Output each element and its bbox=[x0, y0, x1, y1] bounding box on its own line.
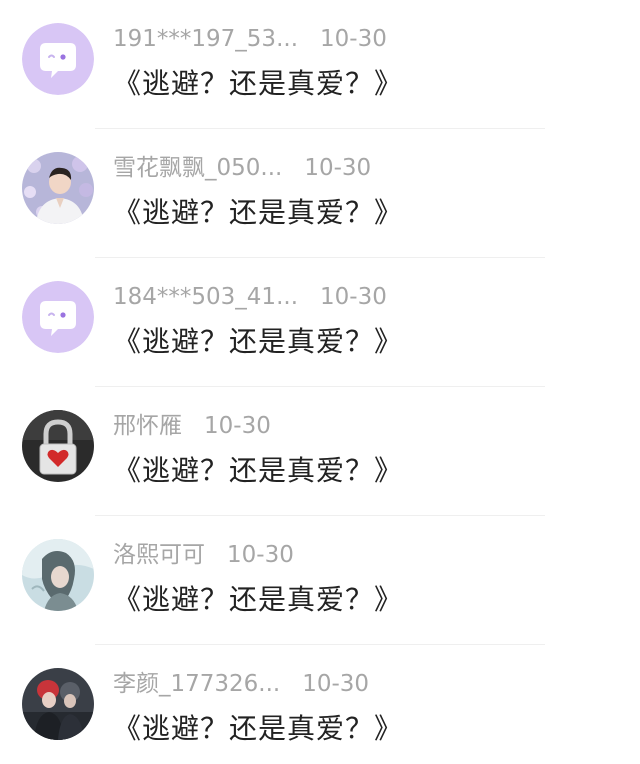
timestamp: 10-30 bbox=[227, 542, 294, 568]
comment-item: 184***503_41... 10-30 《逃避？还是真爱？》 bbox=[0, 258, 640, 387]
comment-text: 《逃避？还是真爱？》 bbox=[113, 325, 404, 358]
username[interactable]: 邢怀雁 bbox=[113, 413, 182, 439]
username[interactable]: 184***503_41... bbox=[113, 284, 298, 310]
comment-text: 《逃避？还是真爱？》 bbox=[113, 196, 404, 229]
couple-avatar-icon[interactable] bbox=[22, 668, 94, 740]
comment-item: 邢怀雁 10-30 《逃避？还是真爱？》 bbox=[0, 387, 640, 516]
timestamp: 10-30 bbox=[320, 26, 387, 52]
timestamp: 10-30 bbox=[302, 671, 370, 697]
photo-avatar-icon[interactable] bbox=[22, 152, 94, 224]
comment-text: 《逃避？还是真爱？》 bbox=[113, 583, 404, 616]
timestamp: 10-30 bbox=[304, 155, 372, 181]
comment-meta: 邢怀雁 10-30 bbox=[113, 411, 271, 441]
comment-item: 191***197_53... 10-30 《逃避？还是真爱？》 bbox=[0, 0, 640, 129]
comment-meta: 191***197_53... 10-30 bbox=[113, 24, 387, 54]
anime-character-avatar-icon[interactable] bbox=[22, 539, 94, 611]
username[interactable]: 洛熙可可 bbox=[113, 542, 205, 568]
comment-item: 李颜_177326... 10-30 《逃避？还是真爱？》 bbox=[0, 645, 640, 764]
comment-text: 《逃避？还是真爱？》 bbox=[113, 454, 404, 487]
comment-meta: 雪花飘飘_050... 10-30 bbox=[113, 153, 371, 183]
comment-text: 《逃避？还是真爱？》 bbox=[113, 712, 404, 745]
username[interactable]: 李颜_177326... bbox=[113, 671, 280, 697]
comment-meta: 洛熙可可 10-30 bbox=[113, 540, 294, 570]
username[interactable]: 191***197_53... bbox=[113, 26, 298, 52]
comment-text: 《逃避？还是真爱？》 bbox=[113, 67, 404, 100]
heart-lock-avatar-icon[interactable] bbox=[22, 410, 94, 482]
comment-meta: 李颜_177326... 10-30 bbox=[113, 669, 369, 699]
timestamp: 10-30 bbox=[204, 413, 271, 439]
comment-meta: 184***503_41... 10-30 bbox=[113, 282, 387, 312]
default-chat-avatar-icon[interactable] bbox=[22, 23, 94, 95]
default-chat-avatar-icon[interactable] bbox=[22, 281, 94, 353]
comment-item: 雪花飘飘_050... 10-30 《逃避？还是真爱？》 bbox=[0, 129, 640, 258]
timestamp: 10-30 bbox=[320, 284, 387, 310]
comment-item: 洛熙可可 10-30 《逃避？还是真爱？》 bbox=[0, 516, 640, 645]
comment-list: 191***197_53... 10-30 《逃避？还是真爱？》 雪花飘飘_050… bbox=[0, 0, 640, 764]
username[interactable]: 雪花飘飘_050... bbox=[113, 155, 282, 181]
